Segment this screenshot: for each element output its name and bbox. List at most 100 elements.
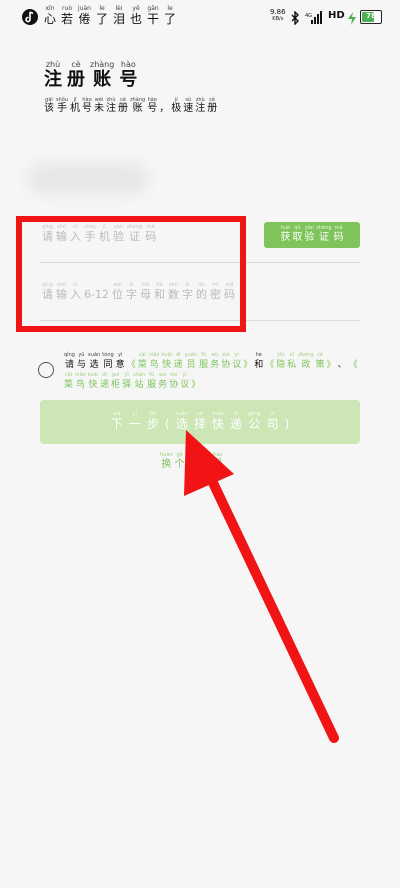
- pointer-arrow: [184, 430, 339, 743]
- ruby-char: sī 司: [267, 411, 279, 431]
- ruby-char: xié 协: [169, 372, 178, 392]
- ruby-char: 》: [327, 352, 336, 372]
- ruby-char: hé 和: [254, 352, 263, 372]
- ruby-char: zhèng 证: [316, 225, 331, 245]
- charging-icon: [348, 10, 356, 25]
- hanzi: 册: [207, 103, 218, 114]
- ruby-char: gōng 公: [248, 411, 261, 431]
- switch-phone-link[interactable]: huàn 换 gè 个 shǒu 手 jī 机 hào 号: [160, 452, 225, 472]
- hanzi: 意: [115, 360, 125, 370]
- ruby-char: zhèng 政: [298, 352, 313, 372]
- next-step-label: xià 下 yī 一 bù 步 (xuǎn 选 zé 择 kuài 快 dì 递 gōng 公 sī 司): [40, 400, 360, 431]
- ruby-char: bù 步: [147, 411, 159, 431]
- ruby-char: qǐng 请: [64, 352, 75, 372]
- hanzi: 策: [315, 360, 325, 370]
- pinyin: hào: [120, 60, 136, 69]
- signal-icon: 4G: [305, 10, 325, 24]
- ruby-char: hào 号: [147, 97, 157, 115]
- phone-number-blurred: [28, 164, 148, 194]
- ruby-char: guì 柜: [111, 372, 120, 392]
- ruby-char: ): [285, 411, 290, 431]
- lyrics-text: xīn 心 ruò 若 juàn 倦 le 了 lèi 泪 yě 也 gān 干 le 了: [44, 6, 181, 27]
- next-step-button[interactable]: xià 下 yī 一 bù 步 (xuǎn 选 zé 择 kuài 快 dì 递 gōng 公 sī 司): [40, 400, 360, 444]
- hanzi: 、: [337, 360, 347, 370]
- ruby-char: xuǎn 选: [176, 411, 188, 431]
- hanzi: 账: [132, 103, 143, 114]
- hanzi: 同: [103, 360, 113, 370]
- get-verification-code-button[interactable]: huò 获 qǔ 取 yàn 验 zhèng 证 mǎ 码: [264, 222, 360, 248]
- ruby-char: cài 菜: [64, 372, 73, 392]
- page-subtitle: gāi 该 shǒu 手 jī 机 hào 号 wèi 未 zhù 注 cè 册 zhàng 账 hào 号， jí…: [44, 96, 219, 115]
- hanzi: 泪: [113, 12, 126, 26]
- ruby-char: ，: [159, 97, 169, 115]
- hanzi: 《: [348, 360, 358, 370]
- agreement-and: hé 和: [254, 352, 265, 374]
- ruby-char: xià 下: [111, 411, 123, 431]
- hanzi: 证: [319, 232, 329, 243]
- hanzi: 司: [266, 417, 279, 431]
- hanzi: 册: [118, 103, 129, 114]
- hanzi: 获: [280, 232, 291, 243]
- hanzi: 速: [183, 103, 194, 114]
- hanzi: 极: [171, 103, 182, 114]
- agreement-separator: 、: [338, 355, 349, 374]
- hanzi: ): [284, 417, 290, 431]
- hanzi: 号: [82, 103, 93, 114]
- ruby-char: shǒu 手: [187, 452, 199, 472]
- ruby-char: mǎ 码: [334, 225, 344, 245]
- hanzi: 务: [158, 380, 168, 390]
- hanzi: 择: [193, 417, 206, 431]
- pinyin: zhù: [45, 60, 61, 69]
- agreement-checkbox[interactable]: [38, 362, 54, 378]
- ruby-char: wù 务: [158, 372, 167, 392]
- hanzi: (: [164, 417, 170, 431]
- ruby-char: dì 递: [100, 372, 109, 392]
- hanzi: 该: [44, 103, 54, 114]
- ruby-char: cè 册: [67, 60, 85, 91]
- ruby-char: yàn 验: [304, 225, 314, 245]
- ruby-char: shǒu 手: [56, 97, 68, 115]
- ruby-char: qǔ 取: [292, 225, 302, 245]
- ruby-char: cè 策: [316, 352, 325, 372]
- ruby-char: xié 协: [221, 352, 230, 372]
- ruby-char: (: [165, 411, 170, 431]
- hanzi: 政: [301, 360, 311, 370]
- hanzi: 递: [229, 417, 242, 431]
- hanzi: 》: [326, 360, 336, 370]
- hanzi: 下: [110, 417, 123, 431]
- ruby-char: gāi 该: [44, 97, 54, 115]
- hanzi: 号: [119, 69, 138, 90]
- hanzi: 号: [212, 459, 223, 470]
- ruby-char: cè 册: [118, 97, 128, 115]
- hanzi: 账: [93, 69, 112, 90]
- privacy-policy-link[interactable]: 《 yǐn 隐 sī 私 zhèng 政 cè 策》: [265, 352, 337, 374]
- ruby-char: fú 服: [147, 372, 156, 392]
- ruby-char: yě 也: [130, 6, 142, 27]
- music-icon: [22, 9, 38, 25]
- ruby-char: kuài 快: [88, 372, 98, 392]
- ruby-char: zhù 注: [44, 60, 62, 91]
- hd-indicator: HD: [328, 10, 345, 21]
- hanzi: 手: [57, 103, 67, 114]
- ruby-char: 《: [265, 352, 274, 372]
- ruby-char: 》: [191, 372, 200, 392]
- battery-percent: 78: [366, 12, 376, 20]
- ruby-char: cài 菜: [138, 352, 147, 372]
- pinyin: cè: [71, 60, 81, 69]
- hanzi: 码: [333, 232, 344, 243]
- hanzi: 服: [199, 360, 209, 370]
- hanzi: 手: [187, 459, 198, 470]
- hanzi: 递: [173, 360, 183, 370]
- ruby-char: dì 递: [230, 411, 242, 431]
- ruby-char: xuǎn 选: [88, 352, 100, 372]
- ruby-char: hào 号: [119, 60, 137, 91]
- hanzi: 快: [211, 417, 224, 431]
- ruby-char: tóng 同: [102, 352, 113, 372]
- ruby-char: hào 号: [82, 97, 92, 115]
- hanzi: 快: [88, 380, 98, 390]
- hanzi: 号: [147, 103, 158, 114]
- hanzi: 》: [191, 380, 201, 390]
- hanzi: 注: [44, 69, 62, 90]
- hanzi: 选: [175, 417, 188, 431]
- ruby-char: yuán 员: [185, 352, 197, 372]
